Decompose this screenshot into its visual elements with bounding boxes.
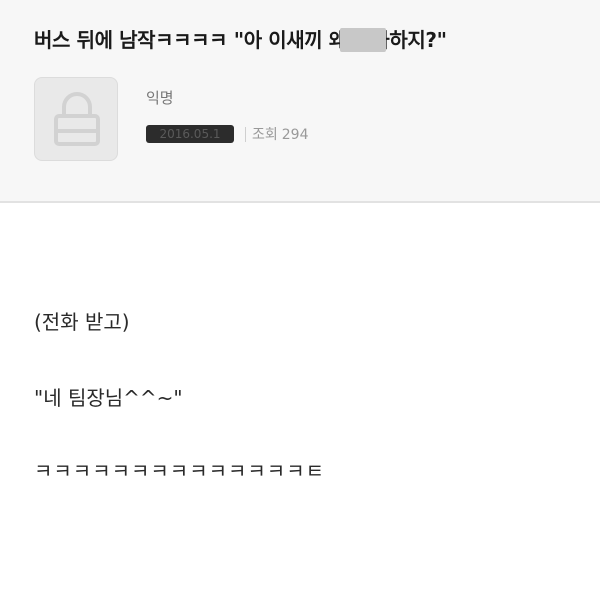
post-title: 버스 뒤에 남작ㅋㅋㅋㅋ "아 이새끼 왜 전화하지?": [34, 28, 447, 52]
post-date: 2016.05.1: [146, 125, 234, 143]
lock-icon: [54, 92, 100, 146]
view-count: 조회 294: [252, 125, 309, 145]
meta-divider: [245, 127, 246, 142]
author-name: 익명: [146, 89, 174, 107]
views-label: 조회: [252, 127, 278, 143]
censor-blur: [340, 28, 386, 52]
post-body-line: "네 팀장님^^~": [34, 386, 183, 410]
avatar: [34, 77, 118, 161]
post-header: 버스 뒤에 남작ㅋㅋㅋㅋ "아 이새끼 왜 전화하지?" 익명 2016.05.…: [0, 0, 600, 203]
post-body-line: (전화 받고): [34, 310, 130, 334]
views-number: 294: [281, 127, 309, 143]
post-body-line: ㅋㅋㅋㅋㅋㅋㅋㅋㅋㅋㅋㅋㅋㅋㅌ: [34, 459, 325, 483]
